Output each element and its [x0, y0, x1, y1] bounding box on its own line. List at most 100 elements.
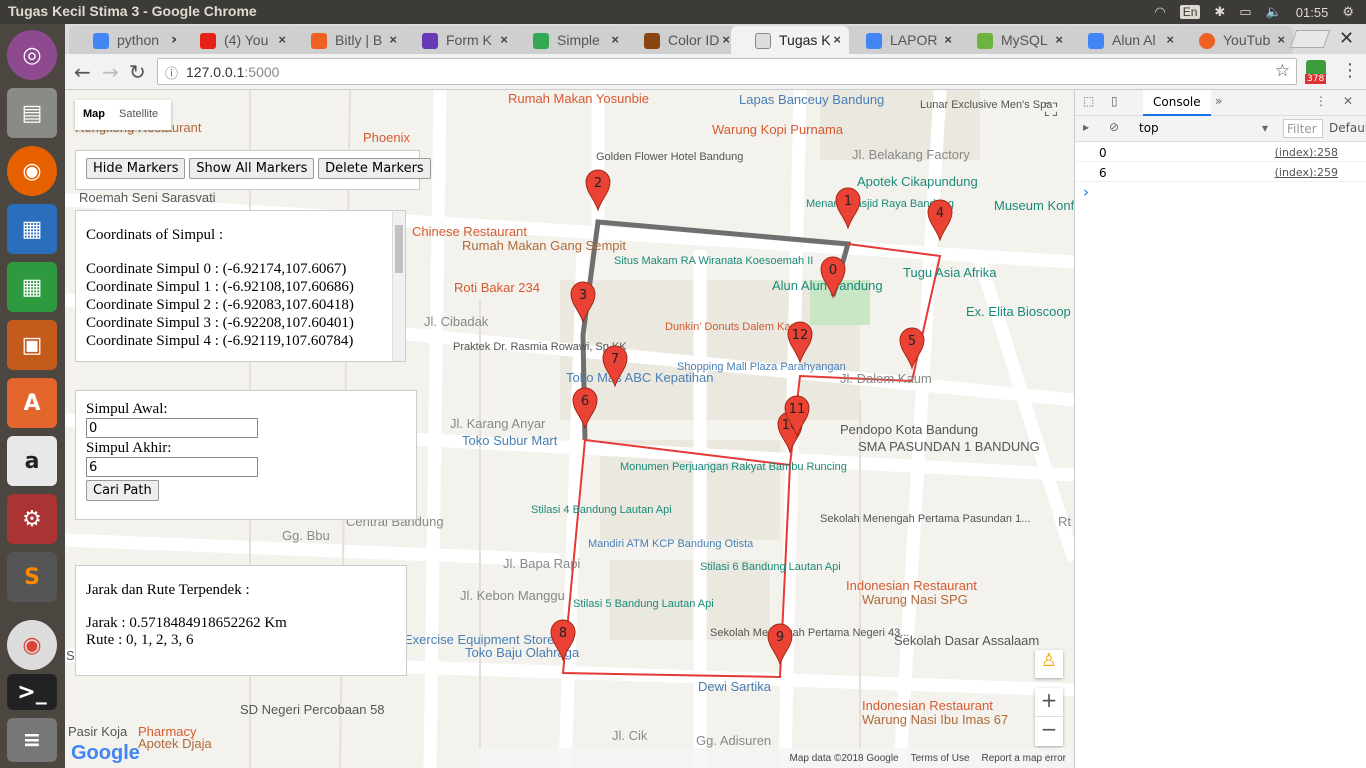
- devtools-close-icon[interactable]: ✕: [1343, 94, 1353, 108]
- report-error-link[interactable]: Report a map error: [982, 753, 1066, 768]
- map-place-label[interactable]: Jl. Kebon Manggu: [460, 588, 565, 603]
- workspaces-icon[interactable]: ≡: [7, 718, 57, 762]
- map-place-label[interactable]: Apotek Cikapundung: [857, 174, 978, 189]
- map-place-label[interactable]: Toko Subur Mart: [462, 433, 558, 448]
- ubuntu-dash-icon[interactable]: ◎: [7, 30, 57, 80]
- zoom-in-button[interactable]: +: [1035, 688, 1063, 717]
- map-place-label[interactable]: Gg. Bbu: [282, 528, 330, 543]
- map-place-label[interactable]: Mandiri ATM KCP Bandung Otista: [588, 538, 754, 550]
- map-place-label[interactable]: Sekolah Menengah Pertama Negeri 43...: [710, 627, 909, 639]
- map-place-label[interactable]: Roemah Seni Sarasvati: [79, 190, 216, 205]
- map-place-label[interactable]: Jl. Dalem Kaum: [840, 371, 932, 386]
- map-place-label[interactable]: Dunkin' Donuts Dalem Kaum: [665, 321, 806, 333]
- writer-icon[interactable]: ▦: [7, 204, 57, 254]
- map-place-label[interactable]: Situs Makam RA Wiranata Koesoemah II: [614, 255, 813, 267]
- source-link[interactable]: (index):259: [1275, 166, 1338, 179]
- map-place-label[interactable]: Roti Bakar 234: [454, 280, 540, 295]
- files-icon[interactable]: ▤: [7, 88, 57, 138]
- map-place-label[interactable]: Praktek Dr. Rasmia Rowawi, Sp.KK: [453, 341, 627, 353]
- tab-color-id[interactable]: Color ID ×: [620, 26, 738, 54]
- info-icon[interactable]: ⓘ: [165, 63, 178, 82]
- map-place-label[interactable]: Rumah Makan Yosunbie: [508, 91, 649, 106]
- chevron-down-icon[interactable]: ▾: [1262, 121, 1268, 135]
- tab-form[interactable]: Form K ×: [398, 26, 516, 54]
- close-icon[interactable]: ×: [722, 32, 730, 47]
- map-place-label[interactable]: Stilasi 4 Bandung Lautan Api: [531, 504, 672, 516]
- wifi-icon[interactable]: ◠: [1154, 4, 1165, 20]
- map-place-label[interactable]: Pasir Koja: [68, 724, 128, 739]
- simpul-akhir-input[interactable]: [86, 457, 258, 477]
- menu-kebab-icon[interactable]: ⋮: [1341, 60, 1359, 81]
- settings-gear-icon[interactable]: ⚙: [1342, 4, 1354, 20]
- forward-icon[interactable]: →: [102, 60, 119, 84]
- reload-icon[interactable]: ↻: [129, 60, 146, 84]
- map-place-label[interactable]: Museum Konferensi: [994, 198, 1074, 213]
- clock[interactable]: 01:55: [1296, 5, 1329, 20]
- tab-alun-alun[interactable]: Alun Al ×: [1064, 26, 1182, 54]
- map-place-label[interactable]: Jl. Bapa Rapi: [503, 556, 580, 571]
- keyboard-layout[interactable]: En: [1179, 5, 1201, 19]
- sublime-text-icon[interactable]: S: [7, 552, 57, 602]
- close-icon[interactable]: ×: [500, 32, 508, 47]
- map-place-label[interactable]: Apotek Djaja: [138, 736, 212, 751]
- close-icon[interactable]: ×: [278, 32, 286, 47]
- map-place-label[interactable]: SMA PASUNDAN 1 BANDUNG: [858, 439, 1040, 454]
- map-place-label[interactable]: Warung Kopi Purnama: [712, 122, 844, 137]
- close-icon[interactable]: ×: [1277, 32, 1285, 47]
- more-tabs-icon[interactable]: »: [1215, 94, 1222, 108]
- close-icon[interactable]: ×: [1055, 32, 1063, 47]
- impress-icon[interactable]: ▣: [7, 320, 57, 370]
- map-place-label[interactable]: Rumah Makan Gang Sempit: [462, 238, 626, 253]
- close-icon[interactable]: ×: [944, 32, 952, 47]
- map-place-label[interactable]: SD Negeri Percobaan 58: [240, 702, 385, 717]
- map-place-label[interactable]: Pendopo Kota Bandung: [840, 422, 978, 437]
- map-place-label[interactable]: Phoenix: [363, 130, 410, 145]
- tab-tugas-active[interactable]: Tugas K ×: [731, 26, 849, 54]
- address-bar[interactable]: ⓘ 127.0.0.1:5000 ☆: [157, 58, 1297, 85]
- close-icon[interactable]: ×: [611, 32, 619, 47]
- map-type-map-button[interactable]: Map: [75, 100, 113, 130]
- map-place-label[interactable]: Sekolah Dasar Assalaam: [894, 633, 1039, 648]
- tab-python[interactable]: python×: [69, 26, 187, 54]
- map-place-label[interactable]: Toko Mas ABC Kepatihan: [566, 370, 713, 385]
- system-settings-icon[interactable]: ⚙: [7, 494, 57, 544]
- hide-markers-button[interactable]: Hide Markers: [86, 158, 186, 179]
- new-tab-button[interactable]: [1289, 30, 1331, 48]
- close-icon[interactable]: ×: [389, 32, 397, 47]
- back-icon[interactable]: ←: [74, 60, 91, 84]
- map-place-label[interactable]: Tugu Asia Afrika: [903, 265, 997, 280]
- clear-console-icon[interactable]: ⊘: [1109, 120, 1119, 134]
- map-place-label[interactable]: Ex. Elita Bioscoop: [966, 304, 1071, 319]
- battery-icon[interactable]: ▭: [1239, 4, 1251, 20]
- sidebar-toggle-icon[interactable]: ▸: [1083, 120, 1089, 134]
- software-center-icon[interactable]: A: [7, 378, 57, 428]
- calc-icon[interactable]: ▦: [7, 262, 57, 312]
- console-filter-input[interactable]: Filter: [1283, 119, 1323, 138]
- map-place-label[interactable]: Indonesian Restaurant: [846, 578, 977, 593]
- log-levels-select[interactable]: Default: [1329, 121, 1366, 135]
- tab-youtube[interactable]: (4) You ×: [176, 26, 294, 54]
- map-place-label[interactable]: Rt: [1058, 514, 1071, 529]
- close-icon[interactable]: ×: [833, 32, 841, 47]
- source-link[interactable]: (index):258: [1275, 146, 1338, 159]
- tab-youtube-2[interactable]: YouTub ×: [1175, 26, 1293, 54]
- terms-link[interactable]: Terms of Use: [911, 753, 970, 768]
- fullscreen-icon[interactable]: ⛶: [1038, 100, 1064, 126]
- console-prompt[interactable]: ›: [1075, 182, 1366, 202]
- map-place-label[interactable]: Jl. Belakang Factory: [852, 147, 970, 162]
- show-all-markers-button[interactable]: Show All Markers: [189, 158, 315, 179]
- inspect-icon[interactable]: ⬚: [1083, 94, 1094, 108]
- map-place-label[interactable]: Warung Nasi Ibu Imas 67: [862, 712, 1008, 727]
- bookmark-star-icon[interactable]: ☆: [1275, 61, 1290, 81]
- simpul-awal-input[interactable]: [86, 418, 258, 438]
- map-place-label[interactable]: Lapas Banceuy Bandung: [739, 92, 884, 107]
- bluetooth-icon[interactable]: ✱: [1214, 4, 1225, 20]
- close-window-icon[interactable]: ✕: [1339, 28, 1354, 49]
- map-place-label[interactable]: Jl. Cik: [612, 728, 648, 743]
- devtools-menu-icon[interactable]: ⋮: [1315, 94, 1327, 108]
- map-place-label[interactable]: Jl. Karang Anyar: [450, 416, 546, 431]
- scrollbar-thumb[interactable]: [395, 225, 403, 273]
- map-place-label[interactable]: Dewi Sartika: [698, 679, 772, 694]
- chrome-icon[interactable]: ◉: [7, 620, 57, 670]
- map-place-label[interactable]: Stilasi 5 Bandung Lautan Api: [573, 598, 714, 610]
